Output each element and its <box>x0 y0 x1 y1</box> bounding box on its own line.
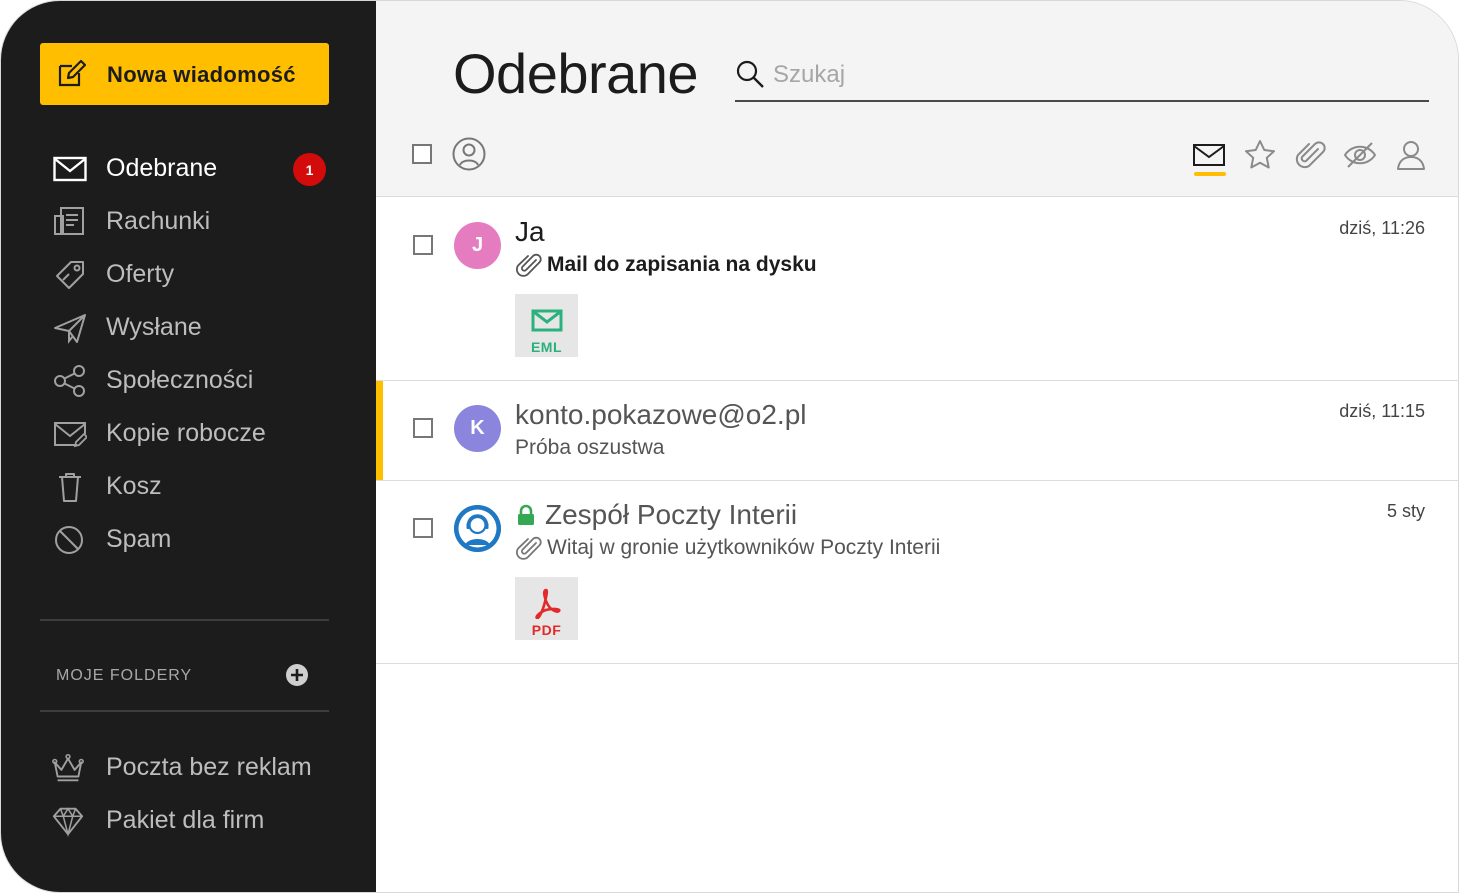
user-icon[interactable] <box>1393 137 1429 173</box>
sidebar-item-wyslane[interactable]: Wysłane <box>1 301 376 354</box>
paper-plane-icon <box>54 314 86 344</box>
sidebar-divider <box>40 619 329 621</box>
avatar: J <box>454 222 501 269</box>
trash-icon <box>59 473 81 502</box>
sidebar-item-label: Społeczności <box>106 366 254 394</box>
compose-label: Nowa wiadomość <box>107 62 296 87</box>
active-filter-indicator <box>1194 172 1226 176</box>
envelope-icon <box>531 309 562 332</box>
sidebar-promo-nav: Poczta bez reklam Pakiet dla firm <box>1 741 376 847</box>
tag-icon <box>56 261 84 289</box>
lock-icon <box>518 504 534 525</box>
sidebar: Nowa wiadomość Odebrane 1 Rachunki Ofert… <box>1 1 376 892</box>
message-checkbox[interactable] <box>413 418 433 438</box>
sidebar-item-label: Poczta bez reklam <box>106 753 312 781</box>
sidebar-nav: Odebrane 1 Rachunki Oferty Wysłane Społe… <box>1 142 376 566</box>
message-date: dziś, 11:26 <box>1339 218 1425 238</box>
avatar: K <box>454 405 501 452</box>
message-date: 5 sty <box>1386 501 1425 521</box>
message-subject: Mail do zapisania na dysku <box>547 253 817 276</box>
sidebar-item-label: Wysłane <box>106 313 202 341</box>
support-agent-icon <box>454 505 501 552</box>
attachment-pdf[interactable]: PDF <box>515 577 578 640</box>
share-icon <box>54 365 85 397</box>
sidebar-item-kosz[interactable]: Kosz <box>1 460 376 513</box>
block-icon <box>55 526 83 554</box>
search-input[interactable] <box>773 59 1413 91</box>
message-checkbox[interactable] <box>413 518 433 538</box>
message-sender: konto.pokazowe@o2.pl <box>515 399 807 430</box>
sidebar-item-poczta-bez-reklam[interactable]: Poczta bez reklam <box>1 741 376 794</box>
sidebar-item-spam[interactable]: Spam <box>1 513 376 566</box>
crown-icon <box>52 754 84 782</box>
paperclip-icon <box>516 253 542 277</box>
message-sender: Ja <box>515 216 545 247</box>
sidebar-divider <box>40 710 329 712</box>
plus-icon <box>291 669 303 681</box>
receipt-icon <box>54 207 84 235</box>
message-row[interactable]: J Ja Mail do zapisania na dysku dziś, 11… <box>376 198 1458 381</box>
sidebar-item-kopie-robocze[interactable]: Kopie robocze <box>1 407 376 460</box>
diamond-icon <box>52 807 84 837</box>
message-subject-row: Mail do zapisania na dysku <box>515 251 817 279</box>
message-checkbox[interactable] <box>413 235 433 255</box>
sidebar-item-spolecznosci[interactable]: Społeczności <box>1 354 376 407</box>
attachment-type: EML <box>530 339 563 355</box>
search-box <box>735 53 1429 102</box>
message-subject: Próba oszustwa <box>515 436 665 459</box>
draft-envelope-icon <box>54 422 87 448</box>
add-folder-button[interactable] <box>286 664 308 686</box>
paperclip-icon[interactable] <box>1292 137 1328 173</box>
attachment-type: PDF <box>531 622 562 638</box>
sidebar-item-label: Kopie robocze <box>106 419 266 447</box>
compose-button[interactable]: Nowa wiadomość <box>40 43 329 105</box>
my-folders-heading: MOJE FOLDERY <box>56 667 193 684</box>
search-icon[interactable] <box>735 59 765 89</box>
sidebar-item-label: Rachunki <box>106 207 211 235</box>
unread-badge: 1 <box>293 153 326 186</box>
avatar <box>454 505 501 552</box>
sidebar-item-rachunki[interactable]: Rachunki <box>1 195 376 248</box>
envelope-icon <box>53 156 87 182</box>
eye-off-icon[interactable] <box>1342 137 1378 173</box>
unread-indicator <box>376 381 383 480</box>
envelope-icon[interactable] <box>1191 137 1227 173</box>
sidebar-item-odebrane[interactable]: Odebrane 1 <box>1 142 376 195</box>
main-pane: Odebrane Szukaj J Ja Mail do zapisania n… <box>376 1 1458 892</box>
message-sender-row: Zespół Poczty Interii <box>515 499 797 531</box>
mail-window: Nowa wiadomość Odebrane 1 Rachunki Ofert… <box>0 0 1459 893</box>
contact-filter-icon[interactable] <box>452 137 486 171</box>
select-all-checkbox[interactable] <box>412 144 432 164</box>
message-sender: Zespół Poczty Interii <box>545 499 798 530</box>
mail-header: Odebrane <box>376 1 1458 197</box>
sidebar-item-label: Pakiet dla firm <box>106 806 265 834</box>
page-title: Odebrane <box>453 42 699 105</box>
sidebar-item-label: Odebrane <box>106 154 218 182</box>
sidebar-item-label: Spam <box>106 525 172 553</box>
message-subject: Witaj w gronie użytkowników Poczty Inter… <box>547 536 941 559</box>
attachment-eml[interactable]: EML <box>515 294 578 357</box>
sidebar-item-oferty[interactable]: Oferty <box>1 248 376 301</box>
star-icon[interactable] <box>1242 137 1278 173</box>
message-date: dziś, 11:15 <box>1339 401 1425 421</box>
compose-icon <box>58 59 86 87</box>
paperclip-icon <box>516 536 542 560</box>
message-row[interactable]: Zespół Poczty Interii Witaj w gronie uży… <box>376 481 1458 664</box>
sidebar-item-pakiet-dla-firm[interactable]: Pakiet dla firm <box>1 794 376 847</box>
sidebar-item-label: Kosz <box>106 472 162 500</box>
message-row[interactable]: K konto.pokazowe@o2.pl Próba oszustwa dz… <box>376 381 1458 481</box>
pdf-icon <box>534 588 561 619</box>
message-subject-row: Próba oszustwa <box>515 436 664 460</box>
sidebar-item-label: Oferty <box>106 260 175 288</box>
message-subject-row: Witaj w gronie użytkowników Poczty Inter… <box>515 534 940 562</box>
